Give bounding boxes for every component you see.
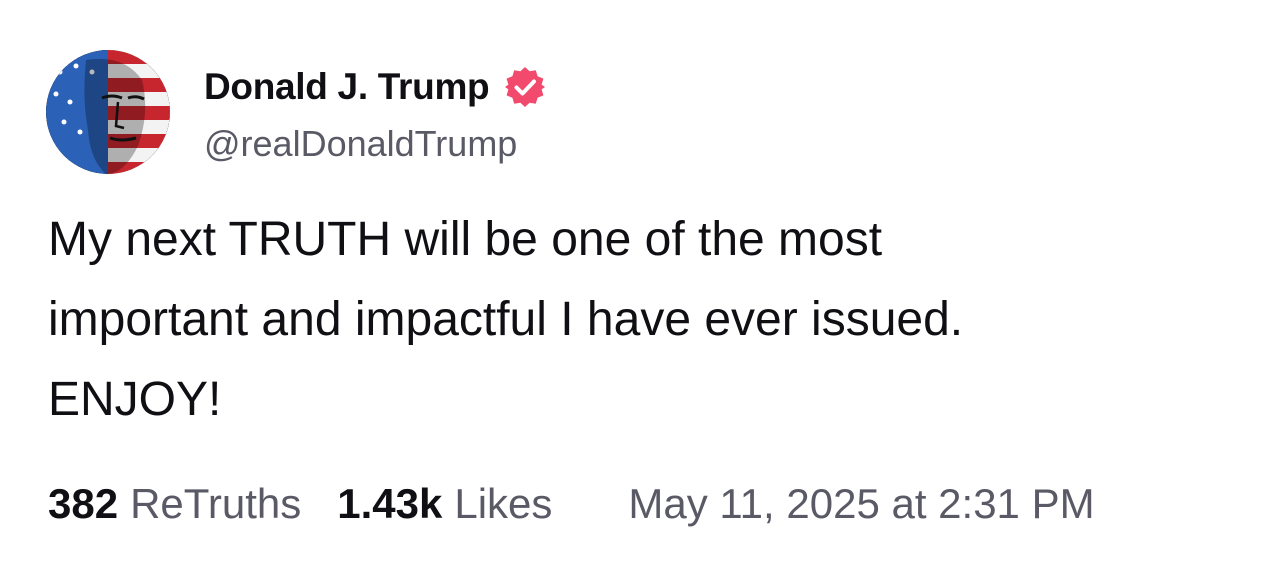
- post-stats: 382 ReTruths 1.43k Likes May 11, 2025 at…: [48, 474, 1095, 534]
- user-handle[interactable]: @realDonaldTrump: [204, 123, 547, 165]
- retruths-stat[interactable]: 382 ReTruths: [48, 480, 301, 528]
- display-name[interactable]: Donald J. Trump: [204, 66, 490, 108]
- likes-label: Likes: [454, 480, 553, 527]
- avatar[interactable]: [46, 50, 170, 174]
- post-text: My next TRUTH will be one of the most im…: [48, 213, 964, 426]
- post-header: Donald J. Trump @realDonaldTrump: [46, 50, 547, 174]
- retruths-label: ReTruths: [130, 480, 302, 527]
- likes-stat[interactable]: 1.43k Likes: [337, 480, 552, 528]
- verified-badge-icon: [503, 65, 547, 109]
- flag-portrait-avatar-image: [46, 50, 170, 174]
- display-name-row: Donald J. Trump: [204, 59, 547, 115]
- truth-post: Donald J. Trump @realDonaldTrump My next…: [0, 0, 1280, 567]
- retruths-count: 382: [48, 480, 119, 527]
- likes-count: 1.43k: [337, 480, 443, 527]
- post-timestamp[interactable]: May 11, 2025 at 2:31 PM: [628, 480, 1094, 528]
- author-names: Donald J. Trump @realDonaldTrump: [204, 59, 547, 165]
